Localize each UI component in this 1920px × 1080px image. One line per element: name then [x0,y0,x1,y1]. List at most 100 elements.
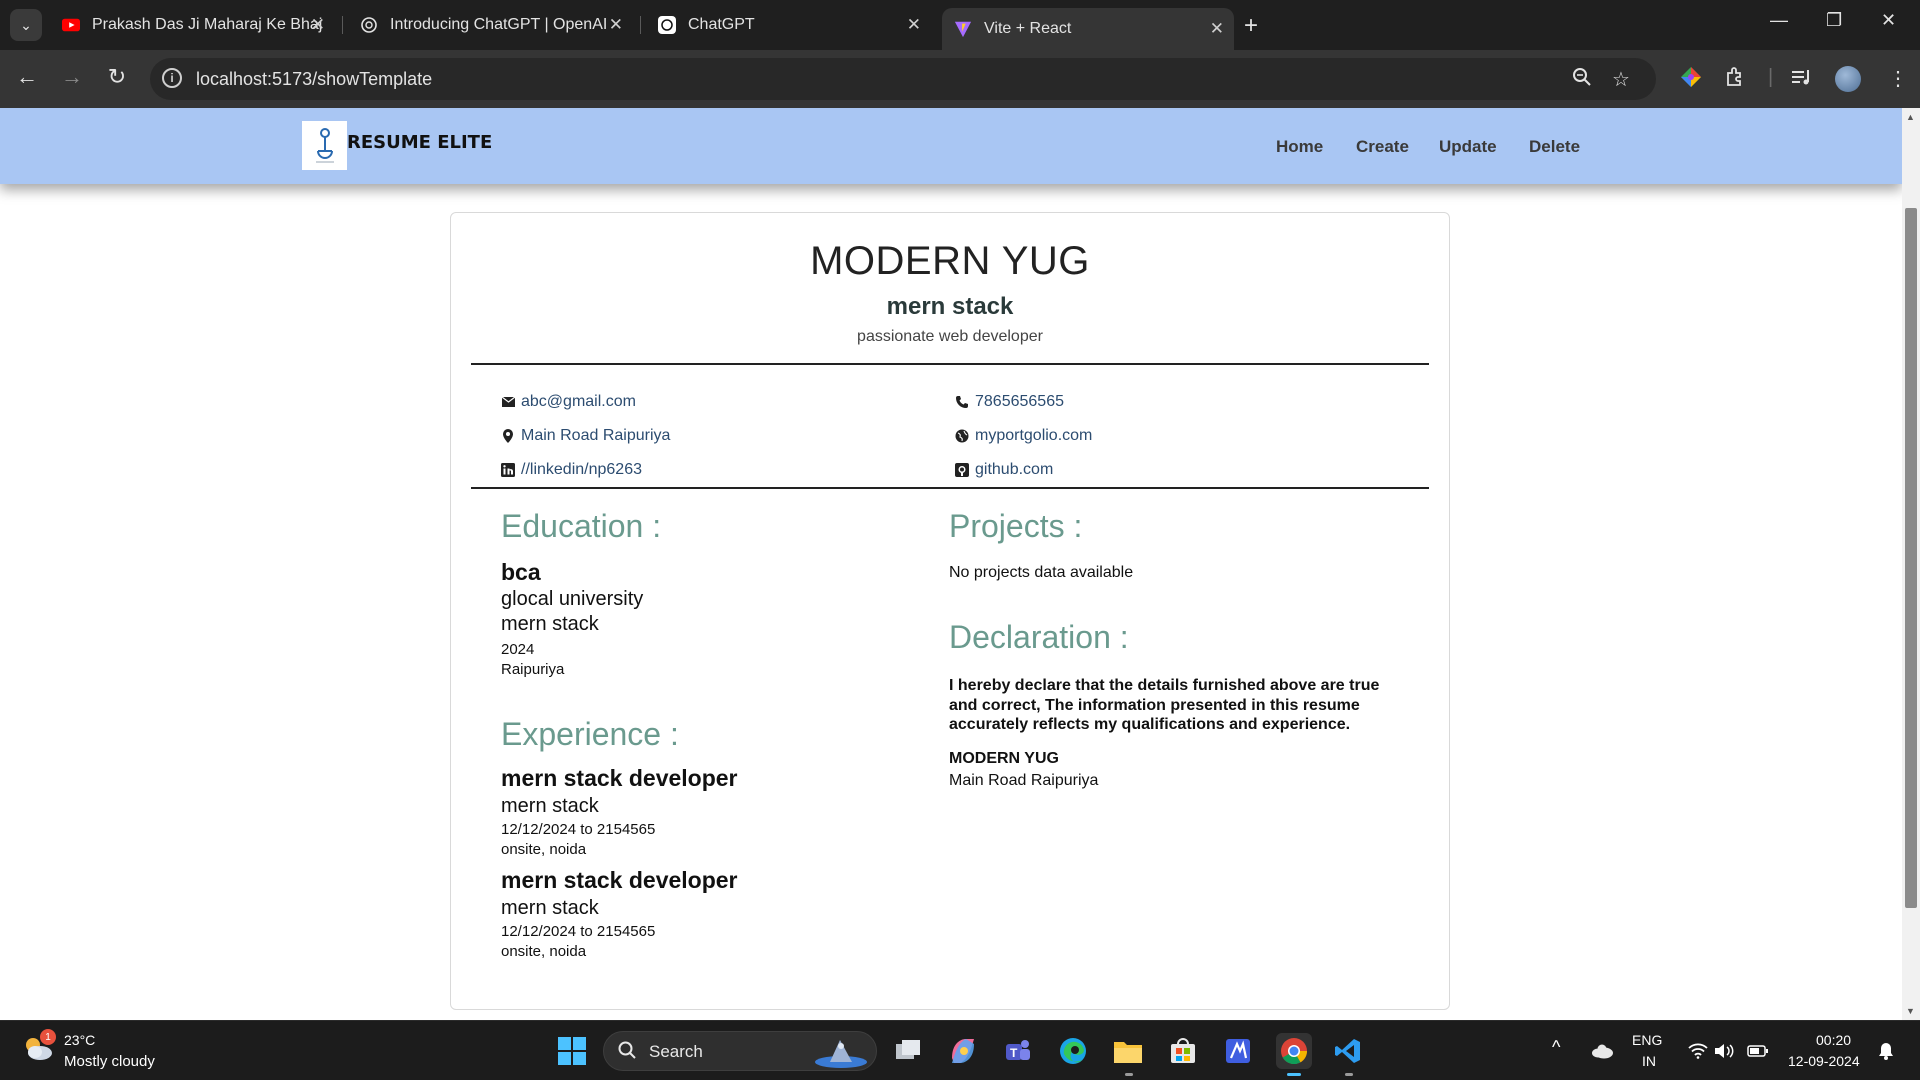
contact-address-text: Main Road Raipuriya [521,427,671,444]
projects-heading: Projects : [949,508,1083,544]
task-view-icon[interactable] [890,1033,926,1069]
scroll-down-arrow-icon[interactable]: ▼ [1906,1006,1915,1016]
weather-description[interactable]: Mostly cloudy [64,1053,155,1070]
extension-color-icon[interactable] [1680,66,1702,94]
taskbar-search[interactable]: Search [603,1031,877,1071]
brand-logo[interactable] [302,121,347,170]
experience-company: mern stack [501,795,599,817]
edge-icon[interactable] [1055,1033,1091,1069]
education-degree: bca [501,559,541,585]
contact-linkedin-text[interactable]: //linkedin/np6263 [521,461,642,479]
search-highlight-icon [812,1036,870,1073]
weather-temperature[interactable]: 23°C [64,1032,95,1048]
language-indicator[interactable]: ENG [1632,1032,1662,1048]
teams-icon[interactable]: T [1000,1033,1036,1069]
clock-time[interactable]: 00:20 [1816,1032,1851,1048]
resume-name: MODERN YUG [810,239,1090,283]
restore-button[interactable]: ❐ [1826,10,1842,31]
tab-search-button[interactable]: ⌄ [10,9,42,41]
contact-email[interactable]: abc@gmail.com [501,393,636,411]
contact-email-text[interactable]: abc@gmail.com [521,393,636,411]
experience-title: mern stack developer [501,765,738,791]
search-icon [618,1041,636,1064]
svg-text:T: T [1010,1046,1018,1060]
linkedin-icon [501,463,515,477]
back-button[interactable]: ← [12,64,42,90]
contact-address[interactable]: Main Road Raipuriya [501,427,670,445]
nav-link-update[interactable]: Update [1439,137,1497,157]
extensions-puzzle-icon[interactable] [1724,66,1746,94]
close-window-button[interactable]: ✕ [1881,10,1896,31]
resume-card: MODERN YUG mern stack passionate web dev… [450,212,1450,1010]
scroll-up-arrow-icon[interactable]: ▲ [1906,112,1915,122]
more-menu-icon[interactable]: ⋮ [1888,66,1908,91]
globe-icon [955,429,969,443]
visual-studio-icon[interactable] [1220,1033,1256,1069]
experience-location: onsite, noida [501,943,587,960]
close-icon[interactable]: ✕ [907,15,921,35]
microsoft-store-icon[interactable] [1165,1033,1201,1069]
forward-button[interactable]: → [57,64,87,90]
brand-name[interactable]: RESUME ELITE [347,132,492,153]
close-icon[interactable]: ✕ [1210,19,1224,39]
minimize-button[interactable]: — [1770,10,1788,31]
tab-title: Vite + React [984,20,1072,37]
running-indicator [1125,1073,1133,1076]
reload-button[interactable]: ↻ [102,64,132,90]
page-viewport: RESUME ELITE Home Create Update Delete M… [0,108,1902,1020]
running-indicator [1345,1073,1353,1076]
volume-icon[interactable] [1706,1033,1742,1069]
chevron-down-icon: ⌄ [20,16,32,33]
file-explorer-icon[interactable] [1110,1033,1146,1069]
toolbar-divider: | [1768,66,1774,88]
contact-phone-text[interactable]: 7865656565 [975,393,1064,411]
mail-icon [501,395,515,409]
browser-tab-active[interactable]: Vite + React ✕ [942,8,1234,50]
vscode-icon[interactable] [1330,1033,1366,1069]
browser-tab[interactable]: Prakash Das Ji Maharaj Ke Bhajan ✕ [50,8,335,42]
experience-dates: 12/12/2024 to 2154565 [501,923,656,940]
location-pin-icon [501,429,515,443]
tab-title: ChatGPT [688,16,755,33]
chrome-icon[interactable] [1276,1033,1312,1069]
experience-location: onsite, noida [501,841,587,858]
contact-portfolio-text[interactable]: myportgolio.com [975,427,1092,445]
bookmark-star-icon[interactable]: ☆ [1612,67,1630,92]
notification-bell-icon[interactable] [1868,1033,1904,1069]
tab-divider [640,16,641,34]
taskbar-search-label: Search [649,1042,703,1061]
contact-portfolio[interactable]: myportgolio.com [955,427,1092,445]
contact-linkedin[interactable]: //linkedin/np6263 [501,461,642,479]
declaration-text: I hereby declare that the details furnis… [949,677,1380,733]
profile-avatar[interactable] [1835,66,1861,92]
copilot-icon[interactable] [945,1033,981,1069]
close-icon[interactable]: ✕ [609,15,623,35]
battery-icon[interactable] [1740,1033,1776,1069]
nav-link-create[interactable]: Create [1356,137,1409,157]
language-region[interactable]: IN [1642,1053,1656,1069]
media-queue-icon[interactable] [1790,66,1812,94]
chatgpt-icon [658,16,676,34]
browser-tab[interactable]: Introducing ChatGPT | OpenAI ✕ [348,8,633,42]
url-text[interactable]: localhost:5173/showTemplate [196,69,432,90]
page-scrollbar[interactable]: ▲ ▼ [1902,108,1920,1020]
close-icon[interactable]: ✕ [311,15,325,35]
onedrive-icon[interactable] [1584,1033,1620,1069]
contact-github[interactable]: github.com [955,461,1053,479]
address-bar[interactable]: i localhost:5173/showTemplate ☆ [150,58,1656,100]
windows-taskbar: 1 23°C Mostly cloudy Search T ^ ENG IN 0… [0,1020,1920,1080]
windows-start-icon[interactable] [554,1033,590,1069]
tray-overflow-icon[interactable]: ^ [1552,1037,1560,1058]
nav-link-home[interactable]: Home [1276,137,1323,157]
contact-github-text[interactable]: github.com [975,461,1053,479]
zoom-icon[interactable] [1572,67,1592,93]
new-tab-button[interactable]: + [1244,12,1258,40]
nav-link-delete[interactable]: Delete [1529,137,1580,157]
browser-tab[interactable]: ChatGPT ✕ [646,8,931,42]
scrollbar-thumb[interactable] [1905,208,1917,908]
contact-phone[interactable]: 7865656565 [955,393,1064,411]
site-info-icon[interactable]: i [162,68,182,88]
clock-date[interactable]: 12-09-2024 [1788,1053,1860,1069]
education-heading: Education : [501,508,662,544]
signature-name: MODERN YUG [949,750,1059,767]
